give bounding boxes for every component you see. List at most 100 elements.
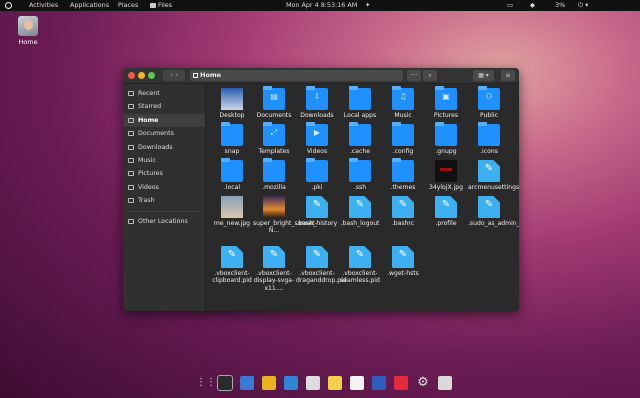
file-item[interactable]: ▶ Videos <box>296 122 338 155</box>
text-file-icon: ✎ <box>435 196 457 218</box>
file-item[interactable]: ✎ .vboxclient-seamless.pid <box>339 246 381 285</box>
image-thumbnail-icon <box>221 88 243 110</box>
file-item[interactable]: ✎ .bash_history <box>296 196 338 227</box>
file-item[interactable]: .mozilla <box>253 158 295 191</box>
file-name: Public <box>479 112 499 119</box>
image-thumbnail-icon <box>435 160 457 182</box>
image-viewer-icon[interactable] <box>372 376 386 390</box>
files-window: ‹ › Home ··· ⌕ ▦ ▾ ≡ Recent Starred Home… <box>123 68 519 311</box>
file-item[interactable]: ✎ .wget-hsts <box>382 246 424 277</box>
sidebar-item-other-locations[interactable]: Other Locations <box>123 215 205 228</box>
system-menu-icon[interactable]: ⏻ ▾ <box>578 0 588 11</box>
file-item[interactable]: super_bright_sunset-N... <box>253 196 317 235</box>
sidebar-item-starred[interactable]: Starred <box>123 100 205 113</box>
folder-icon <box>306 158 328 182</box>
screenshot-icon[interactable] <box>306 376 320 390</box>
sidebar-item-home[interactable]: Home <box>123 113 205 128</box>
folder-icon <box>221 122 243 146</box>
file-item[interactable]: ✎ .vboxclient-display-svga-x11.... <box>253 246 295 292</box>
trash-icon <box>128 198 134 204</box>
view-options-button[interactable]: ▦ ▾ <box>473 70 494 81</box>
file-item[interactable]: ✎ .vboxclient-draganddrop.pid <box>296 246 347 285</box>
sidebar-item-documents[interactable]: Documents <box>123 127 205 140</box>
search-button[interactable]: ⌕ <box>423 70 437 81</box>
dock: ⋮⋮ ⚙ <box>196 373 468 393</box>
folder-icon: ▶ <box>306 122 328 146</box>
file-item[interactable]: ✎ .vboxclient-clipboard.pid <box>211 246 253 285</box>
file-name: arcmenusettings <box>468 184 519 191</box>
sidebar-item-trash[interactable]: Trash <box>123 194 205 207</box>
plus-icon <box>128 218 134 224</box>
file-item[interactable]: ✎ .bash_logout <box>339 196 381 227</box>
folder-icon <box>392 158 414 182</box>
file-item[interactable]: ▤ Documents <box>253 86 295 119</box>
desktop-home-icon[interactable]: Home <box>14 16 42 46</box>
main-menu-button[interactable]: ≡ <box>501 70 515 81</box>
files-app-menu[interactable]: Files <box>150 0 172 11</box>
applications-menu[interactable]: Applications <box>70 0 109 11</box>
sidebar-label: Home <box>138 116 159 124</box>
file-item[interactable]: .icons <box>468 122 510 155</box>
vscode-icon[interactable] <box>284 376 298 390</box>
camera-icon[interactable] <box>394 376 408 390</box>
terminal-icon[interactable] <box>217 375 233 391</box>
close-button[interactable] <box>128 72 135 79</box>
activities-button[interactable]: Activities <box>29 0 58 11</box>
file-item[interactable]: .pki <box>296 158 338 191</box>
file-item[interactable]: ⇩ Downloads <box>296 86 338 119</box>
maximize-button[interactable] <box>148 72 155 79</box>
back-forward-buttons[interactable]: ‹ › <box>163 70 185 81</box>
file-item[interactable]: .gnupg <box>425 122 467 155</box>
file-item[interactable]: ⚇ Public <box>468 86 510 119</box>
file-item[interactable]: 34ylojX.jpg <box>425 160 467 191</box>
file-item[interactable]: me_new.jpg <box>211 196 253 227</box>
places-menu[interactable]: Places <box>118 0 138 11</box>
file-item[interactable]: ✎ arcmenusettings <box>468 160 519 191</box>
file-item[interactable]: Desktop <box>211 88 253 119</box>
file-name: .bash_history <box>296 220 338 227</box>
sidebar-item-pictures[interactable]: Pictures <box>123 167 205 180</box>
battery-text[interactable]: 3% <box>555 0 565 11</box>
file-item[interactable]: ♫ Music <box>382 86 424 119</box>
document-viewer-icon[interactable] <box>350 376 364 390</box>
file-item[interactable]: ✎ .bashrc <box>382 196 424 227</box>
file-item[interactable]: .themes <box>382 158 424 191</box>
chrome-icon[interactable] <box>262 376 276 390</box>
keyboard-icon[interactable]: ▭ <box>507 0 513 11</box>
file-item[interactable]: ▣ Pictures <box>425 86 467 119</box>
file-name: .bash_logout <box>340 220 380 227</box>
file-item[interactable]: snap <box>211 122 253 155</box>
clock[interactable]: Mon Apr 4 8:53:16 AM <box>286 0 357 11</box>
folder-icon <box>349 122 371 146</box>
settings-icon[interactable]: ⚙ <box>416 376 430 390</box>
sidebar-item-music[interactable]: Music <box>123 154 205 167</box>
sidebar-item-videos[interactable]: Videos <box>123 181 205 194</box>
music-icon <box>128 157 134 163</box>
file-item[interactable]: Local apps <box>339 86 381 119</box>
sidebar-label: Starred <box>138 103 162 111</box>
file-item[interactable]: .config <box>382 122 424 155</box>
location-menu-button[interactable]: ··· <box>407 70 421 81</box>
accessibility-icon[interactable]: ✦ <box>365 0 370 11</box>
text-editor-icon[interactable] <box>240 376 254 390</box>
file-item[interactable]: .cache <box>339 122 381 155</box>
file-item[interactable]: .ssh <box>339 158 381 191</box>
file-item[interactable]: ✎ .profile <box>425 196 467 227</box>
file-name: .bashrc <box>391 220 415 227</box>
ubuntu-logo-icon[interactable] <box>5 2 12 9</box>
location-label: Home <box>200 71 222 79</box>
sidebar-item-recent[interactable]: Recent <box>123 87 205 100</box>
file-item[interactable]: ⤢ Templates <box>253 122 295 155</box>
minimize-button[interactable] <box>138 72 145 79</box>
network-icon[interactable]: ◆ <box>530 0 535 11</box>
window-titlebar[interactable]: ‹ › Home ··· ⌕ ▦ ▾ ≡ <box>123 68 519 84</box>
notes-icon[interactable] <box>328 376 342 390</box>
show-apps-icon[interactable]: ⋮⋮ <box>196 376 216 390</box>
file-name: .ssh <box>353 184 367 191</box>
sidebar-item-downloads[interactable]: Downloads <box>123 141 205 154</box>
software-icon[interactable] <box>438 376 452 390</box>
file-item[interactable]: ✎ .sudo_as_admin_successful <box>468 196 519 227</box>
file-item[interactable]: .local <box>211 158 253 191</box>
location-bar[interactable]: Home <box>190 70 403 81</box>
sidebar-label: Documents <box>138 130 174 138</box>
